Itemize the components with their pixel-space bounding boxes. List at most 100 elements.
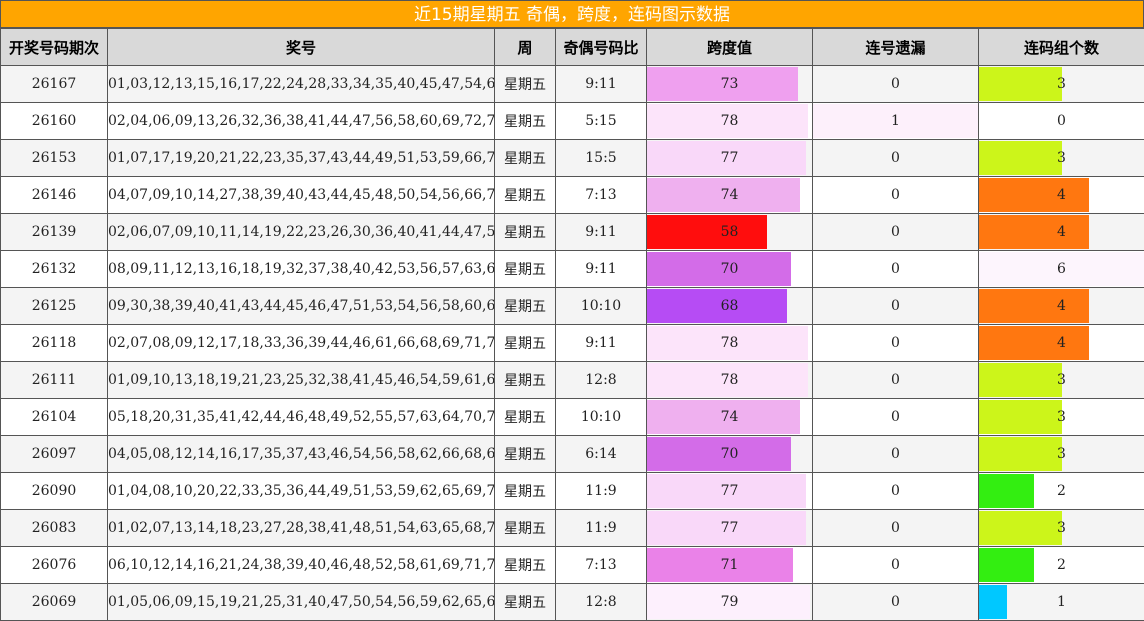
table-row: 26097 04,05,08,12,14,16,17,35,37,43,46,54… [0,435,1144,473]
groups-cell: 3 [978,398,1144,436]
span-cell: 79 [646,583,813,621]
groups-cell-bar [979,178,1089,212]
issue-cell: 26167 [0,65,108,103]
issue-cell: 26153 [0,139,108,177]
span-cell-value: 77 [720,483,739,499]
numbers-cell: 01,05,06,09,15,19,21,25,31,40,47,50,54,5… [107,583,495,621]
span-cell: 77 [646,472,813,510]
span-cell-value: 71 [720,557,739,573]
weekday-cell: 星期五 [494,324,556,362]
odd-even-cell: 10:10 [555,398,647,436]
groups-cell-value: 3 [1057,409,1066,425]
miss-cell: 0 [812,324,979,362]
odd-even-cell: 9:11 [555,213,647,251]
issue-cell: 26104 [0,398,108,436]
miss-cell: 0 [812,472,979,510]
span-cell-value: 58 [720,224,739,240]
span-cell-value: 78 [720,113,739,129]
weekday-cell: 星期五 [494,250,556,288]
issue-cell: 26139 [0,213,108,251]
table-row: 26132 08,09,11,12,13,16,18,19,32,37,38,40… [0,250,1144,288]
span-cell-value: 73 [720,76,739,92]
numbers-cell: 01,09,10,13,18,19,21,23,25,32,38,41,45,4… [107,361,495,399]
groups-cell: 4 [978,176,1144,214]
issue-cell: 26083 [0,509,108,547]
span-cell-value: 77 [720,150,739,166]
miss-cell-value: 0 [891,261,900,277]
groups-cell-bar [979,289,1089,323]
table-row: 26111 01,09,10,13,18,19,21,23,25,32,38,41… [0,361,1144,399]
miss-cell-value: 0 [891,594,900,610]
odd-even-cell: 12:8 [555,583,647,621]
span-cell: 70 [646,435,813,473]
groups-cell: 4 [978,324,1144,362]
odd-even-cell: 5:15 [555,102,647,140]
miss-cell-value: 0 [891,483,900,499]
miss-cell: 0 [812,213,979,251]
span-cell-value: 77 [720,520,739,536]
span-cell: 70 [646,250,813,288]
span-cell: 73 [646,65,813,103]
groups-cell-value: 3 [1057,446,1066,462]
issue-cell: 26090 [0,472,108,510]
groups-cell-bar [979,585,1007,619]
span-cell-value: 68 [720,298,739,314]
groups-cell-value: 3 [1057,520,1066,536]
groups-cell-value: 4 [1057,224,1066,240]
span-cell-value: 79 [720,594,739,610]
table-row: 26083 01,02,07,13,14,18,23,27,28,38,41,48… [0,509,1144,547]
issue-cell: 26132 [0,250,108,288]
weekday-cell: 星期五 [494,65,556,103]
span-cell-value: 70 [720,446,739,462]
miss-cell: 0 [812,139,979,177]
miss-cell-value: 0 [891,335,900,351]
chart-title: 近15期星期五 奇偶，跨度，连码图示数据 [0,0,1144,28]
miss-cell: 0 [812,250,979,288]
miss-cell-value: 0 [891,557,900,573]
miss-cell-value: 1 [891,113,900,129]
odd-even-cell: 6:14 [555,435,647,473]
odd-even-cell: 15:5 [555,139,647,177]
table-row: 26125 09,30,38,39,40,41,43,44,45,46,47,51… [0,287,1144,325]
miss-cell: 0 [812,435,979,473]
groups-cell: 0 [978,102,1144,140]
table-row: 26153 01,07,17,19,20,21,22,23,35,37,43,44… [0,139,1144,177]
numbers-cell: 04,05,08,12,14,16,17,35,37,43,46,54,56,5… [107,435,495,473]
weekday-cell: 星期五 [494,546,556,584]
header-numbers: 奖号 [107,28,495,66]
header-consecutive-groups: 连码组个数 [978,28,1144,66]
issue-cell: 26146 [0,176,108,214]
miss-cell: 0 [812,509,979,547]
issue-cell: 26125 [0,287,108,325]
table-row: 26160 02,04,06,09,13,26,32,36,38,41,44,47… [0,102,1144,140]
groups-cell-bar [979,437,1062,471]
header-weekday: 周 [494,28,556,66]
miss-cell: 0 [812,361,979,399]
miss-cell-value: 0 [891,187,900,203]
table-body: 26167 01,03,12,13,15,16,17,22,24,28,33,34… [0,65,1144,621]
span-cell: 77 [646,139,813,177]
groups-cell-value: 0 [1057,113,1066,129]
groups-cell-value: 4 [1057,187,1066,203]
span-cell: 78 [646,361,813,399]
groups-cell: 3 [978,361,1144,399]
numbers-cell: 01,07,17,19,20,21,22,23,35,37,43,44,49,5… [107,139,495,177]
miss-cell-value: 0 [891,76,900,92]
weekday-cell: 星期五 [494,176,556,214]
table-row: 26139 02,06,07,09,10,11,14,19,22,23,26,30… [0,213,1144,251]
odd-even-cell: 7:13 [555,176,647,214]
groups-cell-value: 2 [1057,557,1066,573]
numbers-cell: 05,18,20,31,35,41,42,44,46,48,49,52,55,5… [107,398,495,436]
groups-cell: 4 [978,287,1144,325]
odd-even-cell: 11:9 [555,472,647,510]
table-row: 26090 01,04,08,10,20,22,33,35,36,44,49,51… [0,472,1144,510]
groups-cell-bar [979,326,1089,360]
issue-cell: 26097 [0,435,108,473]
span-cell: 71 [646,546,813,584]
span-cell: 74 [646,176,813,214]
span-cell: 78 [646,324,813,362]
span-cell: 58 [646,213,813,251]
numbers-cell: 06,10,12,14,16,21,24,38,39,40,46,48,52,5… [107,546,495,584]
miss-cell-value: 0 [891,409,900,425]
groups-cell-bar [979,511,1062,545]
